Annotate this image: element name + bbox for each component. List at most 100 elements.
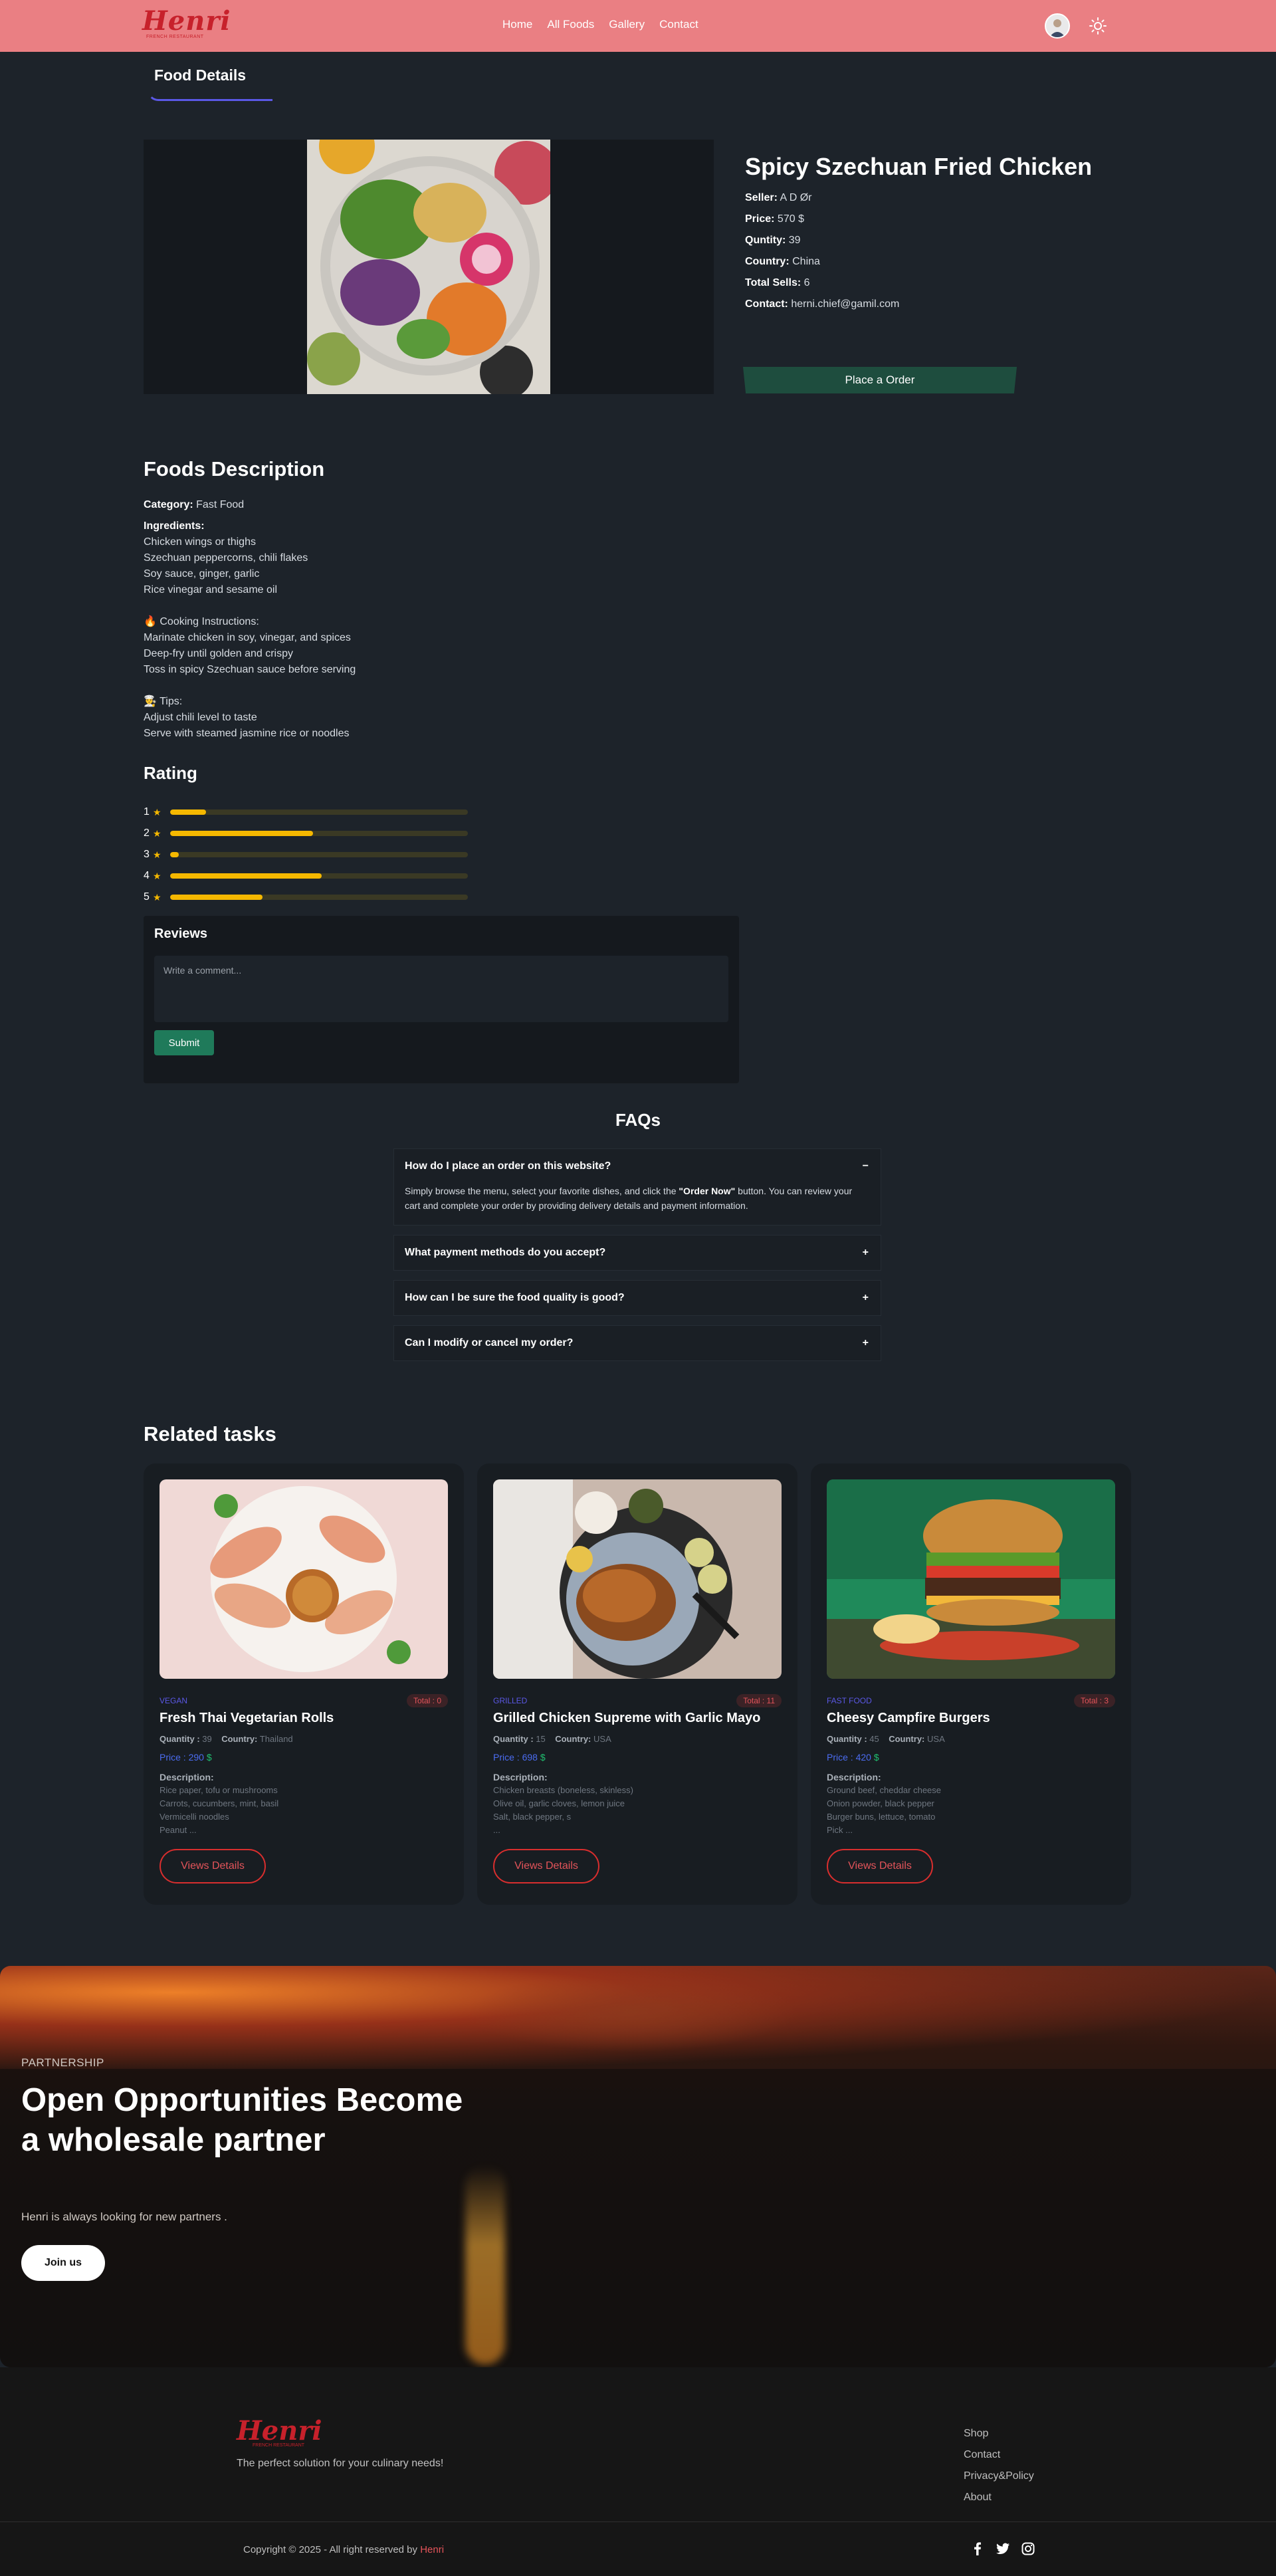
instagram-icon[interactable]	[1021, 2541, 1035, 2556]
food-card-price: Price : 290 $	[160, 1752, 448, 1763]
seller-value: A D Ør	[780, 192, 812, 203]
food-card-total-badge: Total : 0	[406, 1694, 448, 1707]
rating-bar	[170, 831, 468, 836]
dollar-sign: $	[873, 1752, 879, 1763]
rating-star-count: 5	[144, 891, 150, 903]
facebook-icon[interactable]	[970, 2541, 985, 2556]
seller-row: Seller: A D Ør	[745, 187, 899, 209]
rating-star-count: 3	[144, 849, 150, 860]
copyright-brand[interactable]: Henri	[420, 2544, 444, 2555]
card-description-line: Chicken breasts (boneless, skinless)	[493, 1785, 633, 1795]
faq-question[interactable]: How do I place an order on this website?…	[394, 1149, 881, 1184]
comment-textarea[interactable]: Write a comment...	[154, 956, 728, 1022]
food-card-body: FAST FOOD Total : 3 Cheesy Campfire Burge…	[827, 1693, 1115, 1883]
cooking-step: Deep-fry until golden and crispy	[144, 648, 294, 659]
faq-answer-text: Simply browse the menu, select your favo…	[405, 1186, 679, 1196]
star-icon: ★	[153, 827, 161, 839]
twitter-icon[interactable]	[996, 2541, 1010, 2556]
nav-link-gallery[interactable]: Gallery	[609, 18, 645, 31]
join-us-button[interactable]: Join us	[21, 2245, 105, 2281]
card-country-label: Country:	[889, 1734, 925, 1744]
theme-toggle-sun-icon[interactable]	[1089, 17, 1107, 35]
rating-bar-fill	[170, 831, 314, 836]
user-avatar-icon	[1046, 15, 1069, 37]
category-row: Category: Fast Food	[144, 497, 609, 513]
ingredient-item: Chicken wings or thighs	[144, 536, 256, 548]
rating-title: Rating	[144, 763, 197, 783]
rating-row: 4 ★	[144, 865, 476, 887]
banner-heading: Open Opportunities Become a wholesale pa…	[21, 2082, 463, 2158]
faq-item: Can I modify or cancel my order? +	[393, 1325, 881, 1361]
faq-question[interactable]: What payment methods do you accept? +	[394, 1235, 881, 1270]
banner-fire-glow	[465, 1973, 798, 2052]
section-title-underline	[148, 90, 272, 101]
banner-sauce-drip	[465, 2165, 505, 2365]
quantity-value: 39	[788, 235, 801, 246]
faq-item: How do I place an order on this website?…	[393, 1148, 881, 1226]
nav-link-contact[interactable]: Contact	[659, 18, 698, 31]
food-card-price: Price : 698 $	[493, 1752, 782, 1763]
reviews-panel: Reviews Write a comment... Submit	[144, 916, 739, 1083]
food-card-category: GRILLED	[493, 1696, 528, 1705]
user-avatar[interactable]	[1045, 13, 1070, 39]
food-card: GRILLED Total : 11 Grilled Chicken Suprem…	[477, 1463, 798, 1905]
card-country-value: USA	[927, 1734, 945, 1744]
star-icon: ★	[153, 806, 161, 817]
food-card: FAST FOOD Total : 3 Cheesy Campfire Burge…	[811, 1463, 1131, 1905]
view-details-button[interactable]: Views Details	[493, 1849, 599, 1883]
card-quantity-value: 39	[202, 1734, 212, 1744]
view-details-button[interactable]: Views Details	[827, 1849, 933, 1883]
footer-logo[interactable]: Henri	[237, 2415, 322, 2446]
description-title: Foods Description	[144, 457, 325, 481]
food-specs: Seller: A D Ør Price: 570 $ Quntity: 39 …	[745, 187, 899, 315]
logo-text: Henri	[142, 5, 231, 37]
price-label: Price:	[745, 213, 775, 225]
total-sells-label: Total Sells:	[745, 277, 801, 288]
faq-question[interactable]: Can I modify or cancel my order? +	[394, 1326, 881, 1360]
expand-icon[interactable]: +	[863, 1337, 869, 1349]
card-description-line: Onion powder, black pepper	[827, 1798, 934, 1808]
footer-link-contact[interactable]: Contact	[964, 2444, 1034, 2466]
faq-item: What payment methods do you accept? +	[393, 1235, 881, 1271]
ingredient-item: Szechuan peppercorns, chili flakes	[144, 552, 308, 564]
nav-link-home[interactable]: Home	[502, 18, 532, 31]
nav-links: Home All Foods Gallery Contact	[502, 18, 698, 31]
related-title: Related tasks	[144, 1422, 276, 1446]
card-country-value: USA	[593, 1734, 611, 1744]
card-description-line: Salt, black pepper, s	[493, 1812, 572, 1822]
faq-answer-emphasis: "Order Now"	[679, 1186, 736, 1196]
country-row: Country: China	[745, 251, 899, 272]
collapse-icon[interactable]: −	[863, 1160, 869, 1172]
rating-bar	[170, 852, 468, 857]
card-description-line: ...	[493, 1825, 500, 1835]
faq-question[interactable]: How can I be sure the food quality is go…	[394, 1281, 881, 1315]
view-details-button[interactable]: Views Details	[160, 1849, 266, 1883]
brand-logo[interactable]: Henri FRENCH RESTAURANT	[142, 5, 231, 43]
food-card-body: GRILLED Total : 11 Grilled Chicken Suprem…	[493, 1693, 782, 1883]
footer-link-shop[interactable]: Shop	[964, 2423, 1034, 2444]
food-image	[307, 140, 550, 394]
top-navbar: Henri FRENCH RESTAURANT Home All Foods G…	[0, 0, 1276, 52]
category-value: Fast Food	[196, 499, 245, 510]
card-description-line: Vermicelli noodles	[160, 1812, 229, 1822]
card-description-line: Pick ...	[827, 1825, 853, 1835]
faq-title: FAQs	[615, 1110, 661, 1130]
card-quantity-label: Quantity :	[160, 1734, 200, 1744]
expand-icon[interactable]: +	[863, 1292, 869, 1304]
rating-bar-fill	[170, 852, 179, 857]
nav-link-all-foods[interactable]: All Foods	[547, 18, 594, 31]
submit-review-button[interactable]: Submit	[154, 1030, 214, 1055]
place-order-button[interactable]: Place a Order	[743, 367, 1017, 393]
faq-item: How can I be sure the food quality is go…	[393, 1280, 881, 1316]
description-body: Category: Fast Food Ingredients: Chicken…	[144, 497, 609, 742]
food-card-price: Price : 420 $	[827, 1752, 1115, 1763]
rating-bar	[170, 895, 468, 900]
tip-item: Serve with steamed jasmine rice or noodl…	[144, 728, 350, 739]
dollar-sign: $	[540, 1752, 546, 1763]
footer-link-about[interactable]: About	[964, 2487, 1034, 2508]
card-description: Ground beef, cheddar cheese Onion powder…	[827, 1784, 1115, 1837]
ingredients-label: Ingredients:	[144, 520, 205, 532]
faq-question-text: How can I be sure the food quality is go…	[405, 1292, 625, 1303]
expand-icon[interactable]: +	[863, 1247, 869, 1259]
footer-link-privacy-policy[interactable]: Privacy&Policy	[964, 2466, 1034, 2487]
